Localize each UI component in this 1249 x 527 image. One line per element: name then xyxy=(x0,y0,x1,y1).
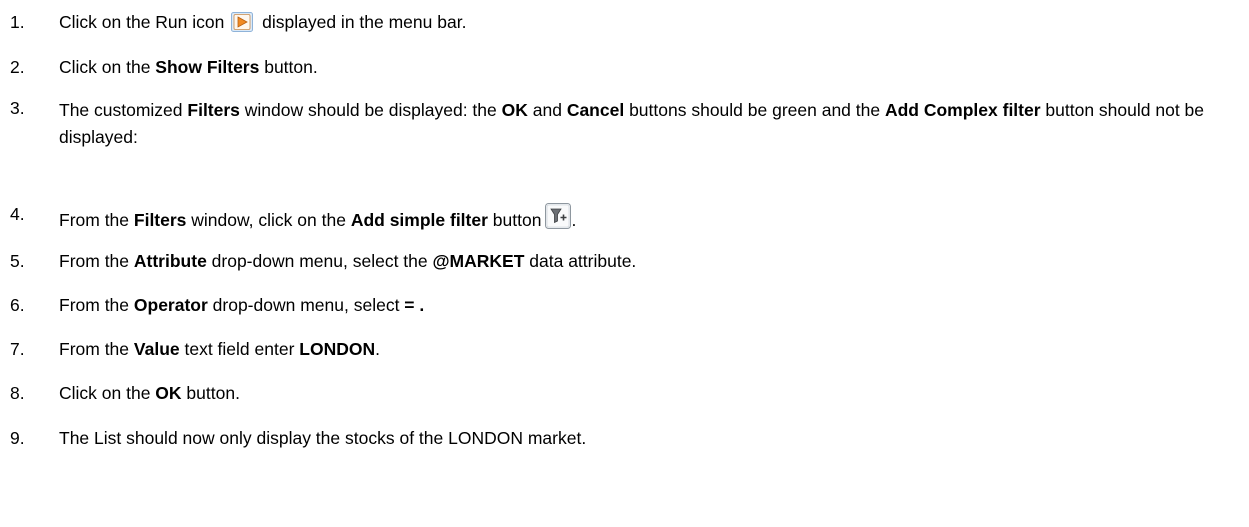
step-number: 1. xyxy=(10,12,25,32)
step-number: 9. xyxy=(10,428,25,448)
step-number: 8. xyxy=(10,383,25,403)
add-simple-filter-icon xyxy=(545,203,572,229)
step-number: 2. xyxy=(10,57,25,77)
step-text: Click on the Show Filters button. xyxy=(59,57,318,77)
step-number: 3. xyxy=(10,98,25,118)
step-text: The List should now only display the sto… xyxy=(59,428,587,448)
step-number: 4. xyxy=(10,204,25,224)
step-text: From the Filters window, click on the Ad… xyxy=(59,203,1249,231)
step-number: 7. xyxy=(10,339,25,359)
step-text: From the Operator drop-down menu, select… xyxy=(59,295,425,315)
run-icon xyxy=(231,12,254,32)
step-text: Click on the OK button. xyxy=(59,383,240,403)
step-text: The customized Filters window should be … xyxy=(59,100,1205,147)
step-text: Click on the Run icon displayed in the m… xyxy=(59,12,467,32)
step-number: 5. xyxy=(10,251,25,271)
step-number: 6. xyxy=(10,295,25,315)
step-text: From the Value text field enter LONDON. xyxy=(59,339,380,359)
step-text: From the Attribute drop-down menu, selec… xyxy=(59,251,637,271)
